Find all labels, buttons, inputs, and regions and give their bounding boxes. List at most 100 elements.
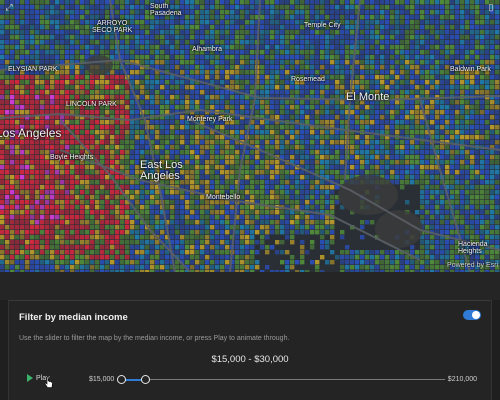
tract-cell bbox=[240, 50, 245, 55]
tract-cell bbox=[275, 45, 280, 50]
tract-cell bbox=[35, 190, 40, 195]
tract-cell bbox=[90, 250, 95, 255]
tract-cell bbox=[25, 170, 30, 175]
tract-cell bbox=[145, 95, 150, 100]
tract-cell bbox=[105, 110, 110, 115]
tract-cell bbox=[185, 255, 190, 260]
tract-cell bbox=[415, 145, 420, 150]
tract-cell bbox=[120, 120, 125, 125]
tract-cell bbox=[450, 75, 455, 80]
tract-cell bbox=[310, 175, 315, 180]
tract-cell bbox=[485, 120, 490, 125]
tract-cell bbox=[235, 55, 240, 60]
tract-cell bbox=[495, 70, 500, 75]
tract-cell bbox=[410, 35, 415, 40]
tract-cell bbox=[0, 245, 5, 250]
tract-cell bbox=[220, 150, 225, 155]
tract-cell bbox=[275, 105, 280, 110]
tract-cell bbox=[115, 90, 120, 95]
tract-cell bbox=[260, 130, 265, 135]
tract-cell bbox=[125, 190, 130, 195]
tract-cell bbox=[445, 175, 450, 180]
tract-cell bbox=[205, 165, 210, 170]
tract-cell bbox=[360, 120, 365, 125]
tract-cell bbox=[60, 170, 65, 175]
tract-cell bbox=[440, 80, 445, 85]
tract-cell bbox=[130, 70, 135, 75]
tract-cell bbox=[485, 205, 490, 210]
tract-cell bbox=[450, 130, 455, 135]
income-map[interactable]: South Pasadena ARROYO SECO PARK Temple C… bbox=[0, 0, 500, 272]
tract-cell bbox=[205, 205, 210, 210]
tract-cell bbox=[295, 125, 300, 130]
tract-cell bbox=[340, 105, 345, 110]
tract-cell bbox=[75, 55, 80, 60]
tract-cell bbox=[470, 35, 475, 40]
tract-cell bbox=[160, 105, 165, 110]
tract-cell bbox=[190, 150, 195, 155]
tract-cell bbox=[0, 170, 5, 175]
tract-cell bbox=[440, 100, 445, 105]
tract-cell bbox=[280, 150, 285, 155]
tract-cell bbox=[490, 250, 495, 255]
tract-cell bbox=[390, 100, 395, 105]
tract-cell bbox=[210, 185, 215, 190]
tract-cell bbox=[20, 40, 25, 45]
tract-cell bbox=[205, 145, 210, 150]
tract-cell bbox=[295, 135, 300, 140]
tract-cell bbox=[330, 250, 335, 255]
tract-cell bbox=[60, 15, 65, 20]
tract-cell bbox=[475, 255, 480, 260]
tract-cell bbox=[295, 215, 300, 220]
tract-cell bbox=[250, 180, 255, 185]
tract-cell bbox=[75, 30, 80, 35]
tract-cell bbox=[280, 0, 285, 5]
tract-cell bbox=[235, 15, 240, 20]
tract-cell bbox=[215, 125, 220, 130]
tract-cell bbox=[50, 175, 55, 180]
tract-cell bbox=[185, 240, 190, 245]
tract-cell bbox=[215, 30, 220, 35]
tract-cell bbox=[130, 65, 135, 70]
tract-cell bbox=[370, 250, 375, 255]
tract-cell bbox=[10, 200, 15, 205]
tract-cell bbox=[105, 130, 110, 135]
tract-cell bbox=[390, 45, 395, 50]
tract-cell bbox=[430, 110, 435, 115]
tract-cell bbox=[140, 60, 145, 65]
tract-cell bbox=[50, 180, 55, 185]
tract-cell bbox=[300, 100, 305, 105]
tract-cell bbox=[425, 5, 430, 10]
tract-cell bbox=[40, 240, 45, 245]
tract-cell bbox=[70, 250, 75, 255]
tract-cell bbox=[350, 20, 355, 25]
map-canvas[interactable] bbox=[0, 0, 500, 272]
tract-cell bbox=[185, 140, 190, 145]
tract-cell bbox=[185, 195, 190, 200]
tract-cell bbox=[170, 140, 175, 145]
tract-cell bbox=[35, 60, 40, 65]
tract-cell bbox=[160, 60, 165, 65]
tract-cell bbox=[370, 140, 375, 145]
tract-cell bbox=[475, 105, 480, 110]
tract-cell bbox=[265, 195, 270, 200]
tract-cell bbox=[215, 235, 220, 240]
tract-cell bbox=[295, 145, 300, 150]
tract-cell bbox=[265, 215, 270, 220]
tract-cell bbox=[40, 5, 45, 10]
tract-cell bbox=[460, 170, 465, 175]
tract-cell bbox=[105, 150, 110, 155]
tract-cell bbox=[15, 75, 20, 80]
tract-cell bbox=[460, 40, 465, 45]
tract-cell bbox=[415, 90, 420, 95]
tract-cell bbox=[230, 15, 235, 20]
tract-cell bbox=[130, 35, 135, 40]
tract-cell bbox=[120, 130, 125, 135]
tract-cell bbox=[155, 95, 160, 100]
tract-cell bbox=[0, 75, 5, 80]
tract-cell bbox=[495, 125, 500, 130]
tract-cell bbox=[260, 90, 265, 95]
tract-cell bbox=[125, 160, 130, 165]
tract-cell bbox=[140, 25, 145, 30]
tract-cell bbox=[445, 240, 450, 245]
